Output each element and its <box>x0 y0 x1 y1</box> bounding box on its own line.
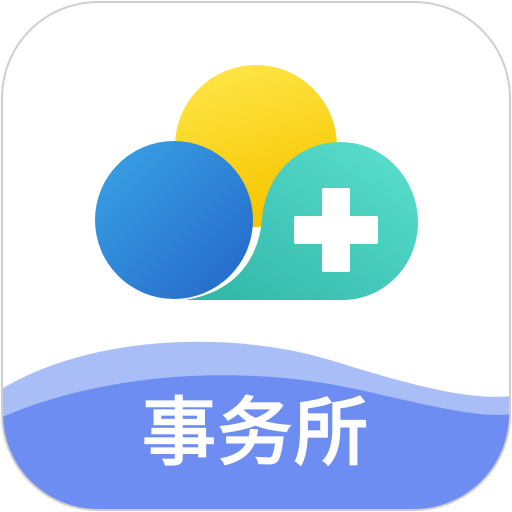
plus-horizontal <box>294 216 378 244</box>
app-icon[interactable]: 事务所 <box>0 0 512 512</box>
blue-cloud-shape <box>95 141 253 299</box>
app-label: 事务所 <box>142 390 370 476</box>
